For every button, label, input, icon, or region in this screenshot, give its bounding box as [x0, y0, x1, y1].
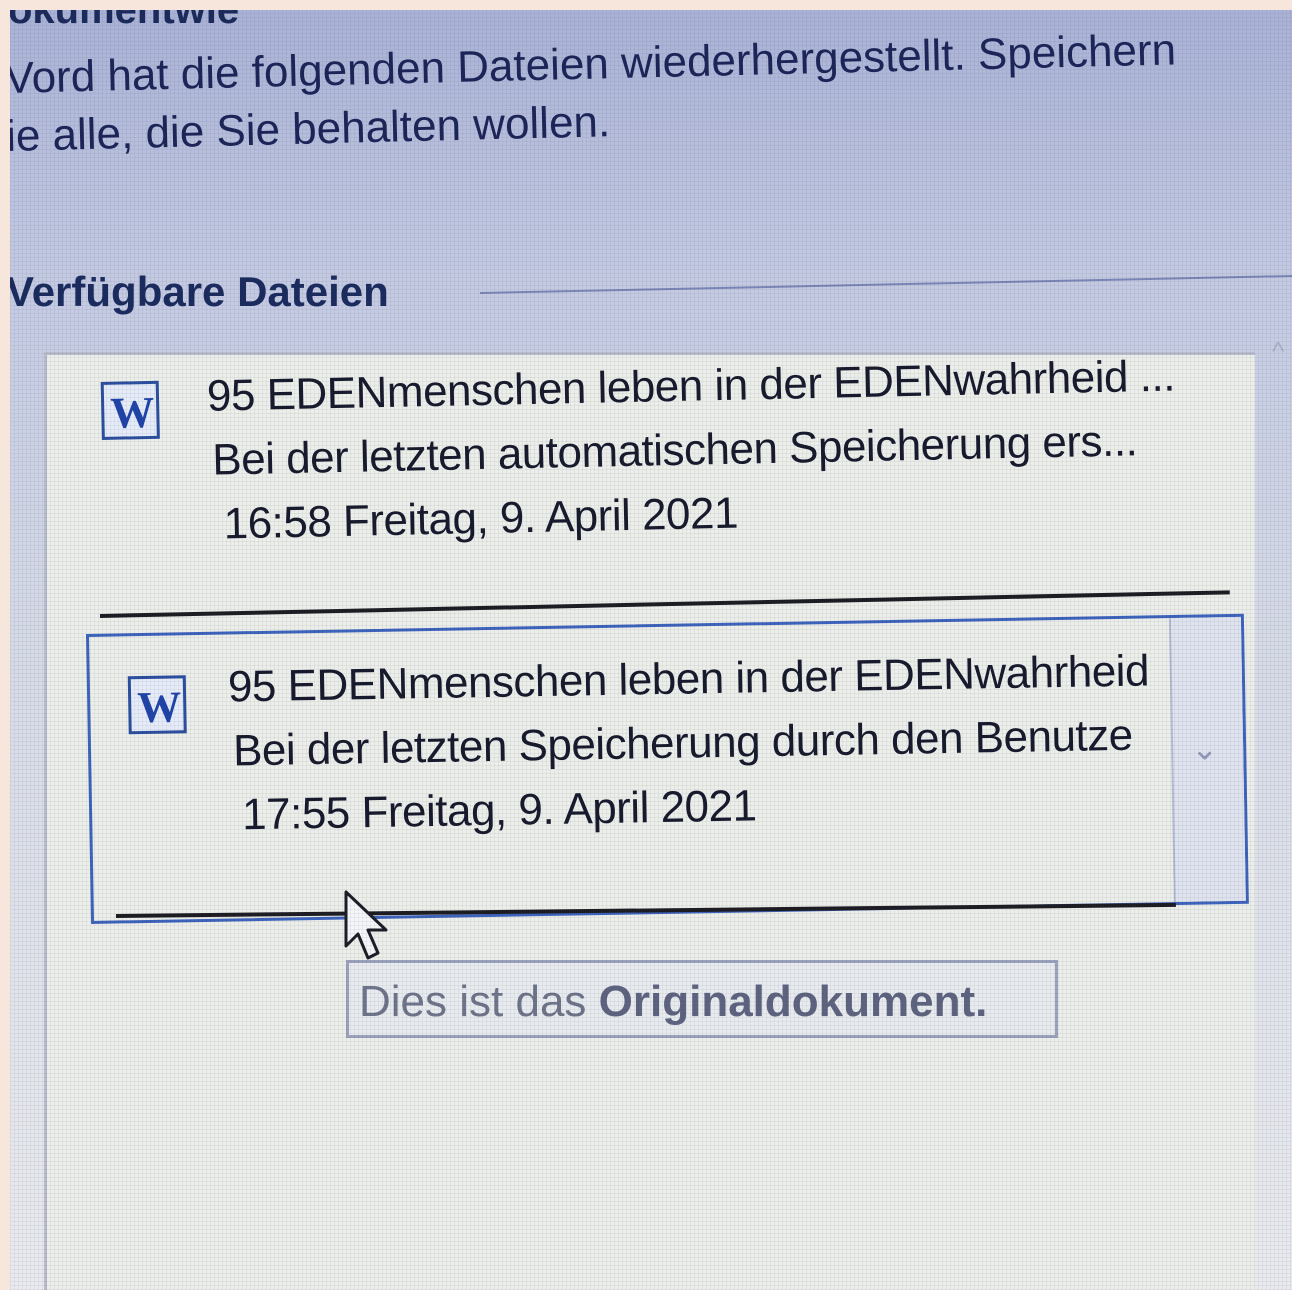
- scroll-up-arrow-icon[interactable]: ^: [1272, 336, 1284, 367]
- file-options-dropdown-button[interactable]: ⌄: [1168, 616, 1246, 903]
- recovery-message: Vord hat die folgenden Dateien wiederher…: [10, 19, 1286, 166]
- document-recovery-pane: okumentwie Vord hat die folgenden Dateie…: [10, 10, 1292, 1290]
- tooltip-emphasis: Originaldokument.: [598, 977, 988, 1026]
- pane-title: okumentwie: [10, 10, 240, 32]
- tooltip-text: Dies ist das: [359, 977, 599, 1026]
- word-document-icon: W: [127, 675, 187, 735]
- original-document-tooltip: Dies ist das Originaldokument.: [346, 960, 1058, 1038]
- section-divider: [479, 274, 1292, 294]
- available-files-heading: Verfügbare Dateien: [10, 268, 389, 315]
- file-name: 95 EDENmenschen leben in der EDENwahrhei…: [227, 646, 1150, 712]
- file-save-status: Bei der letzten automatischen Speicherun…: [211, 416, 1138, 485]
- mouse-pointer-icon: [344, 890, 388, 960]
- recovered-file-user-save[interactable]: W 95 EDENmenschen leben in der EDENwahrh…: [86, 613, 1249, 924]
- file-timestamp: 16:58 Freitag, 9. April 2021: [223, 488, 739, 549]
- file-save-status: Bei der letzten Speicherung durch den Be…: [232, 710, 1134, 776]
- chevron-down-icon: ⌄: [1190, 730, 1219, 767]
- recovered-file-autosave[interactable]: W 95 EDENmenschen leben in der EDENwahrh…: [100, 326, 1246, 630]
- file-timestamp: 17:55 Freitag, 9. April 2021: [241, 781, 757, 840]
- word-document-icon: W: [100, 380, 160, 440]
- file-name: 95 EDENmenschen leben in der EDENwahrhei…: [206, 351, 1176, 421]
